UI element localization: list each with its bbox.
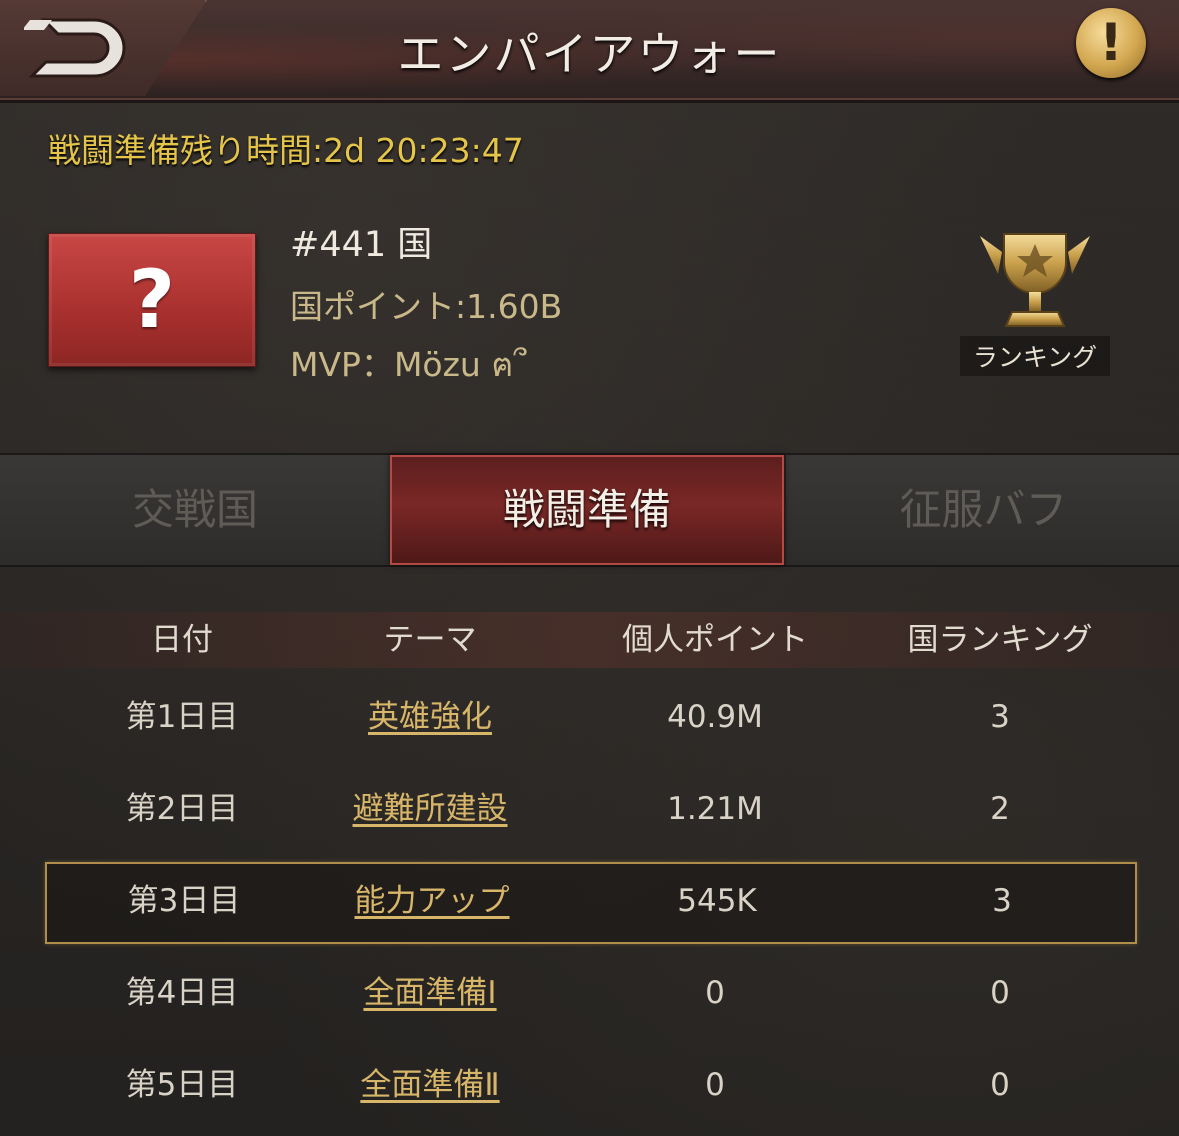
row-day: 第1日目 [125, 699, 239, 735]
row-rank: 3 [990, 699, 1010, 735]
row-rank: 0 [990, 1067, 1010, 1103]
row-day: 第3日目 [127, 883, 241, 919]
ranking-label: ランキング [960, 336, 1110, 376]
theme-link[interactable]: 能力アップ [355, 883, 510, 919]
table-row: 第5日目 全面準備Ⅱ 0 0 [0, 1046, 1179, 1124]
info-button[interactable]: ! [1076, 8, 1146, 78]
row-points: 1.21M [667, 791, 763, 827]
header-theme: テーマ [383, 622, 477, 658]
row-points: 40.9M [667, 699, 763, 735]
table-row: 第1日目 英雄強化 40.9M 3 [0, 678, 1179, 756]
row-rank: 3 [992, 883, 1012, 919]
prep-countdown: 戦闘準備残り時間:2d 20:23:47 [48, 131, 524, 170]
page-title: エンパイアウォー [397, 27, 782, 81]
country-name: #441 国 [290, 225, 433, 265]
ranking-button[interactable]: ランキング [960, 222, 1110, 376]
theme-link[interactable]: 全面準備Ⅱ [360, 1067, 499, 1103]
unknown-flag-icon: ? [128, 253, 176, 346]
theme-link[interactable]: 全面準備Ⅰ [363, 975, 496, 1011]
row-points: 0 [705, 975, 725, 1011]
row-points: 545K [677, 883, 757, 919]
table-header: 日付 テーマ 個人ポイント 国ランキング [0, 612, 1179, 668]
row-points: 0 [705, 1067, 725, 1103]
header-personal-points: 個人ポイント [622, 622, 808, 658]
header-bar: エンパイアウォー ! [0, 0, 1179, 103]
header-date: 日付 [151, 622, 213, 658]
country-points: 国ポイント:1.60B [290, 287, 563, 326]
tab-conquest-buff[interactable]: 征服バフ [784, 455, 1179, 565]
table-row: 第2日目 避難所建設 1.21M 2 [0, 770, 1179, 848]
tab-enemy-country[interactable]: 交戦国 [0, 455, 392, 565]
country-flag: ? [48, 233, 256, 367]
row-day: 第4日目 [125, 975, 239, 1011]
row-rank: 0 [990, 975, 1010, 1011]
country-mvp: MVP：Mözu ฅ՞ [290, 345, 527, 384]
trophy-icon [980, 233, 1090, 327]
row-day: 第2日目 [125, 791, 239, 827]
row-rank: 2 [990, 791, 1010, 827]
row-day: 第5日目 [125, 1067, 239, 1103]
theme-link[interactable]: 避難所建設 [353, 791, 508, 827]
header-country-ranking: 国ランキング [907, 622, 1093, 658]
tab-bar: 交戦国 戦闘準備 征服バフ [0, 453, 1179, 567]
theme-link[interactable]: 英雄強化 [368, 699, 492, 735]
tab-battle-prep[interactable]: 戦闘準備 [390, 455, 784, 565]
table-row: 第4日目 全面準備Ⅰ 0 0 [0, 954, 1179, 1032]
table-row-current: 第3日目 能力アップ 545K 3 [45, 862, 1137, 944]
